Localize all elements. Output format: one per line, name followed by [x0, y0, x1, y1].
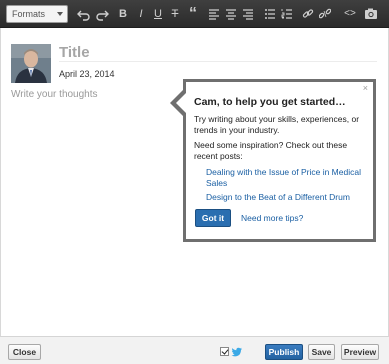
- camera-icon[interactable]: [364, 6, 378, 22]
- align-left-icon[interactable]: [208, 6, 220, 22]
- link-icon[interactable]: [302, 6, 314, 22]
- formats-label: Formats: [12, 9, 46, 19]
- close-button[interactable]: Close: [8, 344, 41, 360]
- more-tips-link[interactable]: Need more tips?: [241, 213, 303, 223]
- chevron-down-icon: [57, 12, 63, 16]
- close-icon[interactable]: ×: [363, 83, 368, 93]
- numbered-list-icon[interactable]: [281, 6, 293, 22]
- blockquote-icon[interactable]: “: [186, 6, 200, 22]
- align-right-icon[interactable]: [242, 6, 254, 22]
- editor-toolbar: Formats B I U T “ <>: [0, 0, 389, 28]
- editor-footer: Close Publish Save Preview: [0, 336, 389, 364]
- formats-dropdown[interactable]: Formats: [6, 5, 68, 23]
- recent-post-link[interactable]: Dealing with the Issue of Price in Medic…: [206, 167, 366, 189]
- avatar: [11, 44, 51, 83]
- post-date: April 23, 2014: [59, 69, 115, 79]
- got-it-button[interactable]: Got it: [195, 209, 231, 227]
- post-title-input[interactable]: Title: [59, 44, 90, 61]
- share-twitter-checkbox[interactable]: [220, 347, 229, 356]
- publish-button[interactable]: Publish: [265, 344, 303, 360]
- unlink-icon[interactable]: [319, 6, 331, 22]
- post-body-input[interactable]: Write your thoughts: [11, 89, 98, 100]
- title-divider: [59, 61, 377, 62]
- align-center-icon[interactable]: [225, 6, 237, 22]
- popover-heading: Cam, to help you get started…: [194, 96, 346, 108]
- popover-inspiration-text: Need some inspiration? Check out these r…: [194, 140, 348, 161]
- code-icon[interactable]: <>: [342, 6, 358, 22]
- recent-post-link[interactable]: Design to the Beat of a Different Drum: [206, 192, 366, 203]
- italic-icon[interactable]: I: [135, 6, 147, 22]
- popover-intro-text: Try writing about your skills, experienc…: [194, 114, 360, 135]
- getting-started-popover: × Cam, to help you get started… Try writ…: [170, 79, 376, 242]
- save-button[interactable]: Save: [308, 344, 335, 360]
- undo-icon[interactable]: [77, 6, 91, 22]
- strikethrough-icon[interactable]: T: [169, 6, 181, 22]
- preview-button[interactable]: Preview: [341, 344, 379, 360]
- underline-icon[interactable]: U: [152, 6, 164, 22]
- twitter-bird-icon: [231, 345, 243, 357]
- bulleted-list-icon[interactable]: [264, 6, 276, 22]
- redo-icon[interactable]: [95, 6, 109, 22]
- bold-icon[interactable]: B: [117, 6, 129, 22]
- popover-arrow-fill: [176, 93, 186, 113]
